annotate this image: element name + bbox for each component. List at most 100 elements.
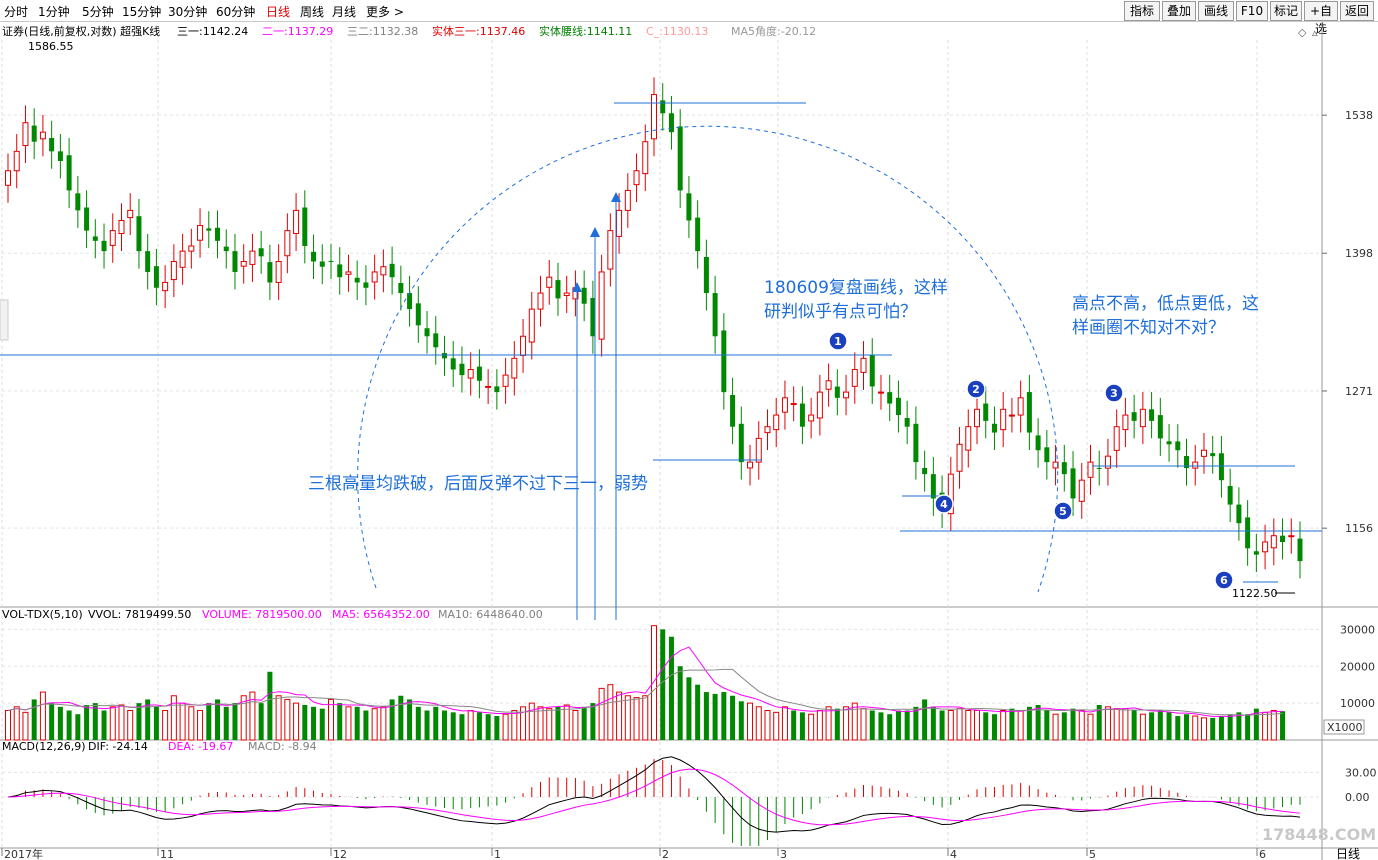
candle-body-84 (738, 423, 744, 463)
candle-body-143 (1253, 551, 1259, 555)
vol-bar-79 (695, 684, 701, 740)
toolbar-button-6[interactable]: 返回 (1340, 1, 1374, 21)
timeframe-0[interactable]: 分时 (4, 3, 28, 20)
candle-body-4 (39, 131, 46, 140)
candle-body-26 (232, 251, 238, 272)
timeframe-6[interactable]: 日线 (266, 3, 290, 20)
candle-body-37 (328, 260, 334, 262)
vol-bar-88 (773, 711, 780, 741)
vol-bar-127 (1113, 708, 1120, 741)
main-indicator-1: 二一:1137.29 (262, 25, 333, 38)
toolbar-button-2[interactable]: 画线 (1198, 1, 1234, 21)
vol-bar-40 (354, 706, 360, 740)
candle-body-121 (1061, 462, 1067, 475)
candle-body-32 (284, 230, 291, 257)
candle-body-35 (311, 251, 317, 262)
vol-bar-80 (703, 692, 709, 740)
timeframe-8[interactable]: 月线 (332, 3, 356, 20)
candle-body-92 (808, 414, 815, 422)
vol-bar-89 (781, 706, 788, 741)
timeframe-7[interactable]: 周线 (300, 3, 324, 20)
toolbar-button-5[interactable]: +自选 (1304, 1, 1338, 36)
timeframe-4[interactable]: 30分钟 (168, 3, 207, 20)
vol-bar-74 (651, 625, 657, 741)
x-tick-label-6: 4 (950, 848, 957, 860)
timeframe-9[interactable]: 更多 > (366, 3, 404, 20)
vol-bar-47 (415, 706, 421, 740)
candle-body-16 (145, 251, 151, 272)
vol-bar-133 (1166, 712, 1172, 740)
candle-body-93 (816, 391, 823, 419)
toolbar-button-3[interactable]: F10 (1236, 1, 1268, 21)
marker-label-6: 6 (1220, 574, 1228, 587)
vol-bar-42 (371, 708, 378, 741)
vol-bar-116 (1017, 710, 1024, 741)
candle-body-81 (712, 293, 718, 337)
candle-body-123 (1078, 479, 1085, 502)
toolbar-button-1[interactable]: 叠加 (1162, 1, 1196, 21)
timeframe-3[interactable]: 15分钟 (122, 3, 161, 20)
candle-body-25 (223, 246, 229, 252)
vol-bar-120 (1052, 713, 1059, 741)
x-tick-label-3: 1 (494, 848, 501, 860)
macd-tick-label-1: 0.00 (1345, 791, 1370, 804)
vol-bar-141 (1236, 712, 1242, 740)
candle-body-130 (1139, 408, 1146, 428)
macd-tick-label-0: 30.00 (1345, 766, 1377, 779)
candle-body-80 (703, 256, 709, 294)
vol-bar-77 (677, 666, 683, 740)
candle-body-47 (415, 303, 421, 326)
candle-body-61 (537, 292, 544, 310)
candle-body-57 (502, 374, 509, 387)
marker-label-4: 4 (940, 498, 948, 511)
timeframe-5[interactable]: 60分钟 (216, 3, 255, 20)
vol-bar-41 (363, 710, 369, 740)
vol-bar-7 (66, 710, 72, 740)
x-tick-label-0: 2017年 (4, 847, 43, 860)
candle-body-23 (206, 228, 212, 231)
candle-body-82 (721, 330, 727, 393)
vol-bar-144 (1262, 711, 1269, 741)
vol-bar-19 (170, 695, 177, 741)
candle-body-111 (974, 408, 980, 428)
timeframe-1[interactable]: 1分钟 (38, 3, 70, 20)
candle-body-101 (887, 392, 893, 404)
candle-body-88 (773, 414, 780, 431)
scroll-up-icon: ▵ (1312, 26, 1318, 39)
toolbar-button-4[interactable]: 标记 (1270, 1, 1302, 21)
macd-indicator-2: MACD: -8.94 (248, 740, 317, 753)
candle-body-45 (398, 282, 404, 294)
vol-bar-138 (1210, 717, 1216, 740)
candle-body-68 (598, 271, 605, 340)
vol-bar-100 (878, 712, 884, 740)
candle-body-128 (1122, 414, 1129, 431)
macd-indicator-0: DIF: -24.14 (88, 740, 148, 753)
candle-body-52 (459, 363, 465, 376)
candle-body-2 (22, 122, 29, 147)
vol-bar-121 (1061, 712, 1067, 740)
candle-body-53 (467, 369, 474, 379)
vol-bar-103 (904, 710, 910, 740)
vol-bar-35 (311, 706, 317, 740)
vol-indicator-0: VVOL: 7819499.50 (88, 608, 191, 621)
toolbar-button-0[interactable]: 指标 (1124, 1, 1160, 21)
candle-body-38 (337, 264, 343, 278)
vol-bar-4 (39, 691, 46, 741)
vol-bar-71 (624, 695, 631, 741)
vol-bar-124 (1087, 713, 1094, 741)
vol-bar-84 (738, 701, 744, 740)
toolbar: 分时 1分钟 5分钟 15分钟 30分钟 60分钟 日线 周线 月线 更多 > 指标 叠加 画线 F10 标… (0, 0, 1378, 36)
vol-bar-45 (398, 695, 404, 740)
vol-bar-13 (118, 704, 125, 741)
candle-body-109 (956, 443, 963, 472)
candle-body-7 (66, 155, 72, 191)
vol-bar-25 (223, 706, 229, 740)
main-indicator-5: C_:1130.13 (646, 25, 708, 38)
vol-bar-139 (1218, 716, 1224, 740)
candle-body-50 (441, 353, 447, 359)
vol-bar-32 (284, 698, 291, 741)
candle-body-145 (1270, 535, 1277, 549)
timeframe-2[interactable]: 5分钟 (82, 3, 114, 20)
candle-body-63 (555, 280, 561, 299)
candle-body-27 (240, 261, 247, 267)
